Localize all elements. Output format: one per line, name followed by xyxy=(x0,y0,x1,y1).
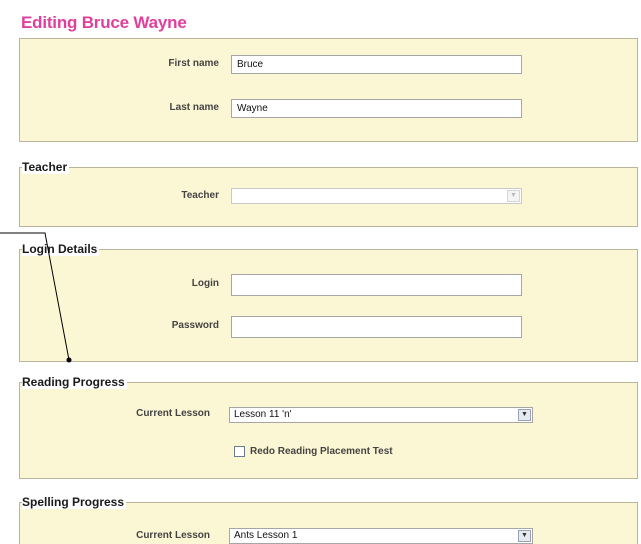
spelling-progress-legend: Spelling Progress xyxy=(22,495,127,509)
page-title: Editing Bruce Wayne xyxy=(21,13,187,32)
spelling-current-lesson-select[interactable]: Ants Lesson 1 ▼ xyxy=(229,528,533,544)
edit-student-page: Editing Bruce Wayne First name Bruce Las… xyxy=(0,0,641,544)
chevron-down-icon: ▼ xyxy=(518,409,531,421)
login-details-legend: Login Details xyxy=(22,242,100,256)
first-name-field[interactable]: Bruce xyxy=(231,55,522,74)
chevron-down-icon: ▼ xyxy=(507,190,520,202)
teacher-panel: Teacher Teacher ▼ xyxy=(19,160,638,227)
chevron-down-icon: ▼ xyxy=(518,530,531,542)
reading-current-lesson-label: Current Lesson xyxy=(136,408,210,419)
spelling-progress-panel: Spelling Progress Current Lesson Ants Le… xyxy=(19,495,638,544)
spelling-current-lesson-value: Ants Lesson 1 xyxy=(234,530,298,541)
teacher-select[interactable]: ▼ xyxy=(231,188,522,204)
name-panel: First name Bruce Last name Wayne xyxy=(19,38,638,142)
last-name-label: Last name xyxy=(169,102,219,113)
teacher-legend: Teacher xyxy=(22,160,70,174)
redo-reading-placement-checkbox[interactable] xyxy=(234,446,245,457)
reading-current-lesson-select[interactable]: Lesson 11 'n' ▼ xyxy=(229,407,533,423)
reading-progress-panel: Reading Progress Current Lesson Lesson 1… xyxy=(19,375,638,479)
password-label: Password xyxy=(171,320,219,331)
last-name-field[interactable]: Wayne xyxy=(231,99,522,118)
reading-progress-legend: Reading Progress xyxy=(22,375,127,389)
first-name-label: First name xyxy=(168,58,219,69)
teacher-label: Teacher xyxy=(181,190,219,201)
login-field[interactable] xyxy=(231,274,522,296)
password-field[interactable] xyxy=(231,316,522,338)
redo-reading-placement-label: Redo Reading Placement Test xyxy=(250,446,393,457)
login-label: Login xyxy=(191,278,219,289)
login-details-panel: Login Details Login Password xyxy=(19,242,638,362)
spelling-current-lesson-label: Current Lesson xyxy=(136,530,210,541)
reading-current-lesson-value: Lesson 11 'n' xyxy=(234,409,292,420)
